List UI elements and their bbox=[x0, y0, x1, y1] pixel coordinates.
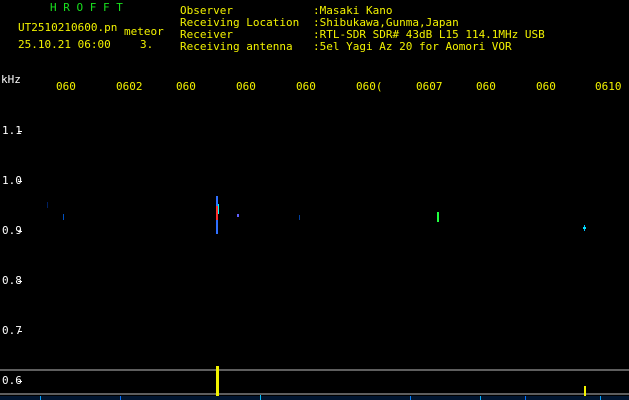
echo-dot bbox=[63, 214, 64, 220]
noise-spike bbox=[600, 396, 601, 400]
noise-spike bbox=[120, 396, 121, 400]
echo-dot bbox=[47, 202, 48, 208]
noise-spike bbox=[410, 396, 411, 400]
spectrogram-window: H R O F F T UT2510210600.pn meteor 25.10… bbox=[0, 0, 629, 400]
carrier-spike bbox=[216, 366, 219, 400]
noise-floor bbox=[0, 396, 629, 400]
echo-dot bbox=[237, 214, 239, 217]
noise-spike bbox=[40, 396, 41, 400]
meteor-echo-edge bbox=[218, 204, 219, 214]
echo-dot bbox=[437, 212, 439, 222]
noise-spike bbox=[260, 395, 261, 400]
meteor-echo-core bbox=[216, 206, 218, 220]
echo-dot bbox=[583, 227, 586, 229]
noise-spike bbox=[525, 396, 526, 400]
noise-spike bbox=[480, 396, 481, 400]
spectrogram-plot bbox=[0, 196, 629, 400]
echo-dot bbox=[299, 215, 300, 220]
